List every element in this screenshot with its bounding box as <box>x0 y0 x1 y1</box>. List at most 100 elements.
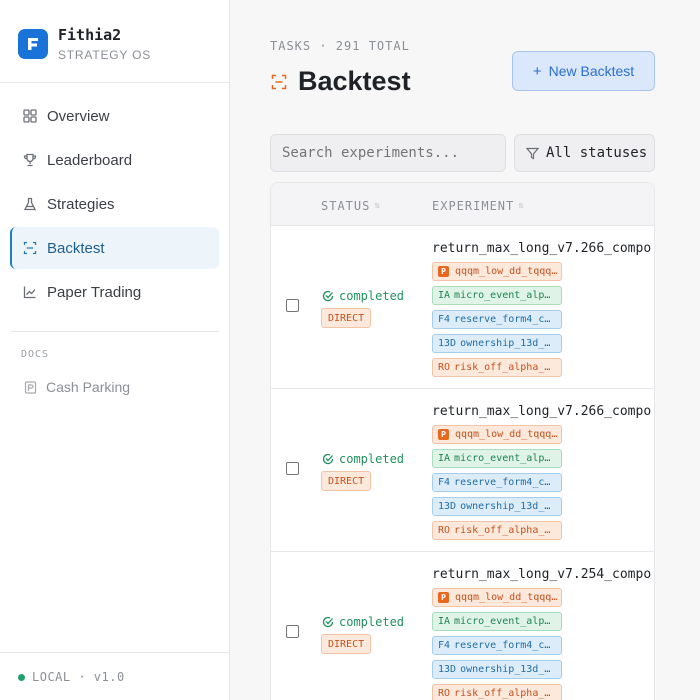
experiment-tag: 13D ownership_13d_… <box>432 334 562 353</box>
brand-logo <box>18 29 48 59</box>
experiment-tag: RO risk_off_alpha_… <box>432 358 562 377</box>
tag-prefix: IA <box>438 290 451 301</box>
sidebar-item-backtest[interactable]: Backtest <box>10 227 219 269</box>
document-icon <box>22 379 38 395</box>
experiment-tag: RO risk_off_alpha_… <box>432 521 562 540</box>
tag-prefix: F4 <box>438 640 451 651</box>
experiment-tag: IA micro_event_alp… <box>432 612 562 631</box>
experiment-tag: 13D ownership_13d_… <box>432 497 562 516</box>
page-header: Backtest <box>270 66 411 97</box>
flask-icon <box>22 196 38 212</box>
tag-text: micro_event_alp… <box>454 453 551 464</box>
tag-text: micro_event_alp… <box>454 616 551 627</box>
experiment-tag: F4 reserve_form4_c… <box>432 310 562 329</box>
tag-prefix: IA <box>438 453 451 464</box>
table-row[interactable]: completed DIRECT return_max_long_v7.266_… <box>271 389 654 552</box>
column-header-label: STATUS <box>321 199 371 213</box>
chart-line-icon <box>22 284 38 300</box>
scan-icon <box>22 240 38 256</box>
sidebar: Fithia2 STRATEGY OS Overview Leaderboard… <box>0 0 230 700</box>
check-circle-icon <box>321 616 334 629</box>
experiment-tag: F4 reserve_form4_c… <box>432 636 562 655</box>
experiment-tag: Pqqqm_low_dd_tqqq… <box>432 425 562 444</box>
experiment-tag: Pqqqm_low_dd_tqqq… <box>432 588 562 607</box>
sidebar-item-label: Strategies <box>47 195 115 213</box>
status-dot-icon <box>18 673 25 681</box>
brand[interactable]: Fithia2 STRATEGY OS <box>18 26 151 62</box>
p-badge-icon: P <box>438 592 449 603</box>
brand-name: Fithia2 <box>58 26 122 44</box>
new-backtest-label: New Backtest <box>548 63 635 79</box>
table-header: STATUS ⇅ EXPERIMENT ⇅ <box>271 183 654 226</box>
trophy-icon <box>22 152 38 168</box>
tag-prefix: IA <box>438 616 451 627</box>
column-header-label: EXPERIMENT <box>432 199 515 213</box>
experiment-name[interactable]: return_max_long_v7.266_compo <box>432 404 651 419</box>
experiments-table: STATUS ⇅ EXPERIMENT ⇅ completed DIRECT r… <box>270 182 655 700</box>
experiment-tag: 13D ownership_13d_… <box>432 660 562 679</box>
table-row[interactable]: completed DIRECT return_max_long_v7.254_… <box>271 552 654 700</box>
tag-text: ownership_13d_… <box>460 664 551 675</box>
sidebar-item-label: Overview <box>47 107 110 125</box>
tag-text: reserve_form4_c… <box>454 640 551 651</box>
doc-item-cash-parking[interactable]: Cash Parking <box>22 379 130 395</box>
sidebar-divider <box>10 331 219 332</box>
check-circle-icon <box>321 290 334 303</box>
sidebar-item-overview[interactable]: Overview <box>10 95 219 137</box>
tag-text: qqqm_low_dd_tqqq… <box>455 592 558 603</box>
row-checkbox[interactable] <box>286 462 299 475</box>
status-filter-dropdown[interactable]: All statuses <box>514 134 655 172</box>
sidebar-divider <box>0 652 229 653</box>
status-text: completed <box>339 289 405 303</box>
p-badge-icon: P <box>438 266 449 277</box>
scan-icon <box>270 73 288 91</box>
new-backtest-button[interactable]: + New Backtest <box>512 51 655 91</box>
experiment-tag: IA micro_event_alp… <box>432 286 562 305</box>
status-badge: completed <box>321 452 404 466</box>
tag-text: reserve_form4_c… <box>454 477 551 488</box>
mode-badge: DIRECT <box>321 634 372 654</box>
sidebar-item-label: Backtest <box>47 239 105 257</box>
column-header-experiment[interactable]: EXPERIMENT ⇅ <box>432 199 525 213</box>
column-header-status[interactable]: STATUS ⇅ <box>321 199 381 213</box>
table-row[interactable]: completed DIRECT return_max_long_v7.266_… <box>271 226 654 389</box>
tag-text: reserve_form4_c… <box>454 314 551 325</box>
tag-prefix: RO <box>438 362 451 373</box>
tag-text: qqqm_low_dd_tqqq… <box>455 429 558 440</box>
sidebar-divider <box>0 82 229 83</box>
filter-icon <box>525 146 539 160</box>
sidebar-item-paper-trading[interactable]: Paper Trading <box>10 271 219 313</box>
sidebar-item-label: Paper Trading <box>47 283 142 301</box>
brand-subtitle: STRATEGY OS <box>58 48 152 62</box>
sidebar-item-strategies[interactable]: Strategies <box>10 183 219 225</box>
mode-badge: DIRECT <box>321 471 372 491</box>
check-circle-icon <box>321 453 334 466</box>
experiment-tag: F4 reserve_form4_c… <box>432 473 562 492</box>
experiment-tag: IA micro_event_alp… <box>432 449 562 468</box>
experiment-name[interactable]: return_max_long_v7.266_compo <box>432 241 651 256</box>
experiment-name[interactable]: return_max_long_v7.254_compo <box>432 567 651 582</box>
row-checkbox[interactable] <box>286 299 299 312</box>
tag-text: ownership_13d_… <box>460 338 551 349</box>
tag-prefix: RO <box>438 525 451 536</box>
sidebar-item-leaderboard[interactable]: Leaderboard <box>10 139 219 181</box>
tag-prefix: RO <box>438 688 451 699</box>
tag-prefix: F4 <box>438 477 451 488</box>
status-text: completed <box>339 615 405 629</box>
tag-prefix: 13D <box>438 338 457 349</box>
docs-section-label: DOCS <box>21 349 50 360</box>
tag-text: risk_off_alpha_… <box>454 688 551 699</box>
environment-label: LOCAL · v1.0 <box>32 670 125 684</box>
status-text: completed <box>339 452 405 466</box>
experiment-tag: Pqqqm_low_dd_tqqq… <box>432 262 562 281</box>
f-logo-icon <box>28 38 38 50</box>
tag-prefix: 13D <box>438 501 457 512</box>
sort-icon: ⇅ <box>518 201 525 211</box>
row-checkbox[interactable] <box>286 625 299 638</box>
grid-icon <box>22 108 38 124</box>
environment-status: LOCAL · v1.0 <box>18 670 125 684</box>
status-filter-label: All statuses <box>546 145 648 161</box>
p-badge-icon: P <box>438 429 449 440</box>
search-input[interactable] <box>270 134 506 172</box>
experiment-tag: RO risk_off_alpha_… <box>432 684 562 700</box>
